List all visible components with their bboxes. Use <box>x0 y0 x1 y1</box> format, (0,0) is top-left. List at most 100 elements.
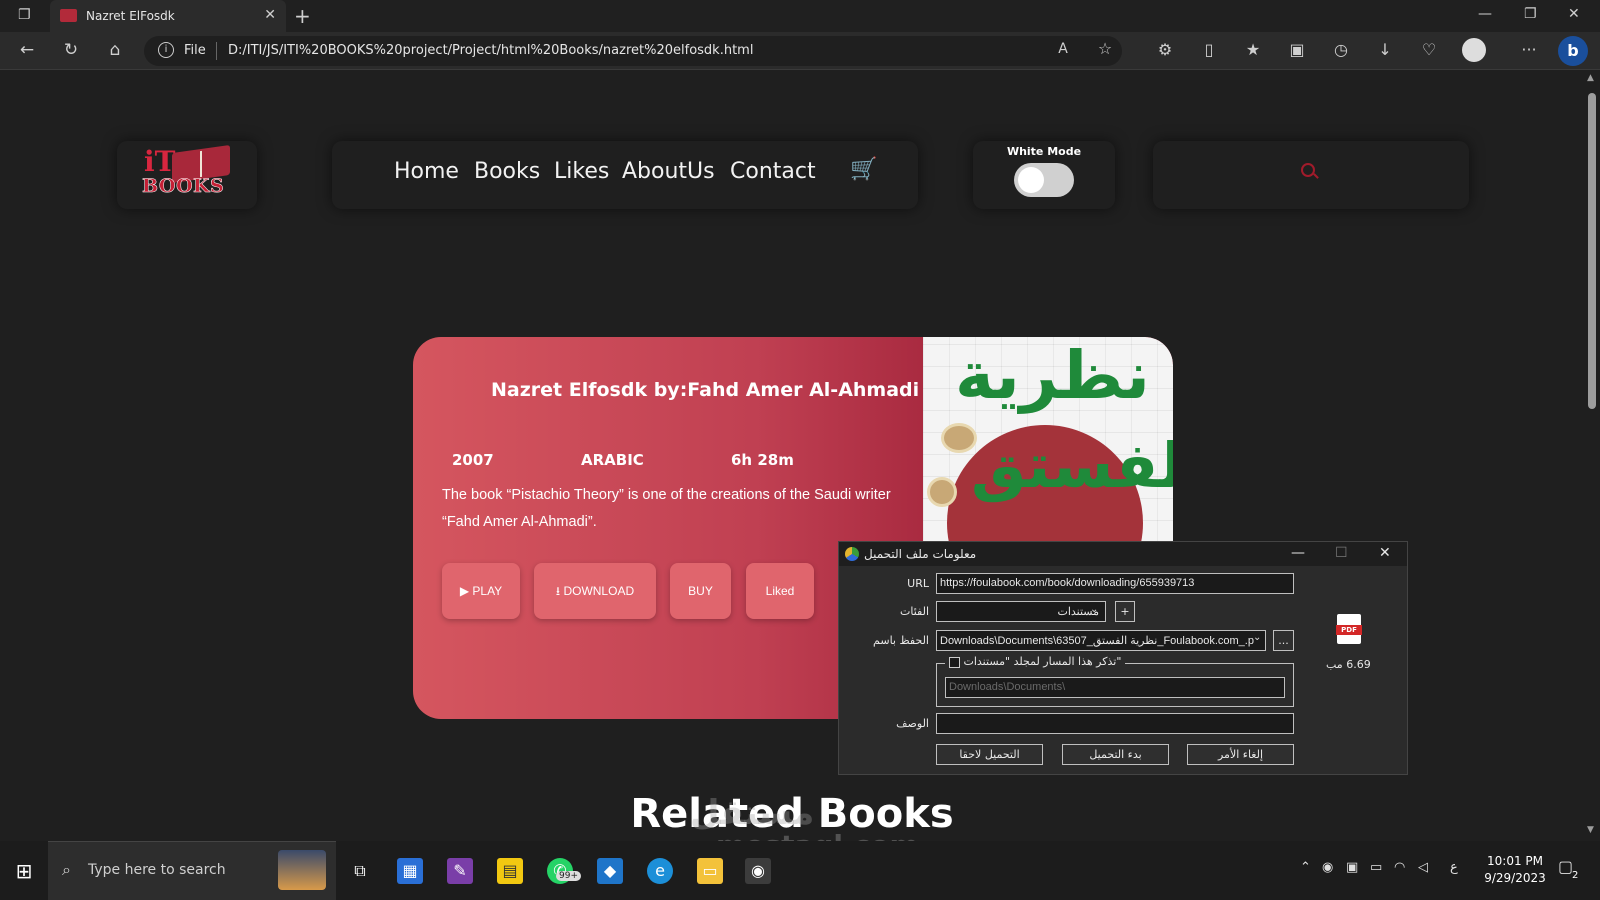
add-category-button[interactable]: + <box>1115 601 1135 622</box>
paint-icon[interactable]: ✎ <box>447 858 473 884</box>
search-panel[interactable] <box>1153 141 1469 209</box>
nav-aboutus[interactable]: AboutUs <box>622 159 715 184</box>
nav-books[interactable]: Books <box>474 159 540 184</box>
volume-icon[interactable]: ◁ <box>1418 860 1428 875</box>
refresh-icon[interactable]: ↻ <box>60 40 82 60</box>
windows-taskbar: ⊞ ⌕ Type here to search ⧉ ▦ ✎ ▤ ✆ 99+ ◆ … <box>0 841 1600 900</box>
home-icon[interactable]: ⌂ <box>104 40 126 60</box>
new-tab-icon[interactable]: + <box>294 4 311 28</box>
site-logo[interactable]: iT BOOKS <box>142 141 234 201</box>
category-select[interactable]: مستندات <box>936 601 1106 622</box>
favorites-icon[interactable]: ★ <box>1242 40 1264 59</box>
copilot-icon[interactable]: b <box>1558 36 1588 66</box>
split-screen-icon[interactable]: ▯ <box>1198 40 1220 59</box>
site-info-icon[interactable]: i <box>158 42 174 58</box>
browser-toolbar: ← ↻ ⌂ i File D:/ITI/JS/ITI%20BOOKS%20pro… <box>0 32 1600 70</box>
save-as-dropdown-icon[interactable]: ⌄ <box>1253 632 1261 643</box>
save-as-label: الحفظ باسم <box>873 634 929 647</box>
sticky-notes-icon[interactable]: ▤ <box>497 858 523 884</box>
save-as-field[interactable]: Downloads\Documents\63507_نظرية الفستق_F… <box>936 630 1266 651</box>
play-label: PLAY <box>472 584 503 598</box>
remember-path-checkbox[interactable] <box>949 656 960 668</box>
path-field[interactable]: Downloads\Documents\ <box>945 677 1285 698</box>
extensions-icon[interactable]: ⚙ <box>1154 40 1176 59</box>
window-close-icon[interactable]: ✕ <box>1568 6 1580 22</box>
category-label: الفئات <box>900 605 929 618</box>
wifi-icon[interactable]: ◠ <box>1394 860 1405 875</box>
idm-taskbar-icon[interactable]: ◉ <box>745 858 771 884</box>
dialog-maximize-icon: ☐ <box>1335 545 1348 561</box>
download-later-button[interactable]: التحميل لاحقا <box>936 744 1043 765</box>
file-size: 6.69 مب <box>1326 658 1371 671</box>
cancel-button[interactable]: إلغاء الأمر <box>1187 744 1294 765</box>
minimize-icon[interactable]: — <box>1478 6 1492 22</box>
address-bar[interactable]: i File D:/ITI/JS/ITI%20BOOKS%20project/P… <box>144 36 1122 66</box>
taskbar-search[interactable]: ⌕ Type here to search <box>48 841 336 900</box>
workspaces-icon[interactable]: ❐ <box>18 7 31 23</box>
profile-avatar[interactable] <box>1462 38 1486 62</box>
tab-close-icon[interactable]: ✕ <box>264 7 276 23</box>
browser-tab[interactable]: Nazret ElFosdk ✕ <box>50 0 286 32</box>
restore-icon[interactable]: ❐ <box>1524 6 1537 22</box>
dialog-minimize-icon[interactable]: — <box>1291 545 1305 561</box>
search-icon: ⌕ <box>62 860 71 879</box>
description-field[interactable] <box>936 713 1294 734</box>
downloads-icon[interactable]: ↓ <box>1374 40 1396 59</box>
start-download-button[interactable]: بدء التحميل <box>1062 744 1169 765</box>
tray-overflow-icon[interactable]: ⌃ <box>1300 860 1311 875</box>
download-button[interactable]: ⭳ DOWNLOAD <box>534 563 656 619</box>
url-label: URL <box>907 577 929 590</box>
scroll-down-icon[interactable]: ▼ <box>1587 825 1594 835</box>
pistachio-icon <box>927 477 957 507</box>
nav-contact[interactable]: Contact <box>730 159 816 184</box>
watermark-text: مستقل <box>690 793 815 833</box>
performance-icon[interactable]: ♡ <box>1418 40 1440 59</box>
history-icon[interactable]: ◷ <box>1330 40 1352 59</box>
cart-icon[interactable]: 🛒 <box>850 157 877 182</box>
browse-button[interactable]: ... <box>1273 630 1294 651</box>
dialog-close-icon[interactable]: ✕ <box>1379 545 1391 561</box>
buy-label: BUY <box>688 584 713 598</box>
liked-button[interactable]: Liked <box>746 563 814 619</box>
input-language[interactable]: ع <box>1450 860 1458 875</box>
search-icon[interactable] <box>1301 163 1315 177</box>
scrollbar-thumb[interactable] <box>1588 93 1596 409</box>
scroll-up-icon[interactable]: ▲ <box>1587 73 1594 83</box>
liked-label: Liked <box>765 584 795 598</box>
url-separator <box>216 42 217 60</box>
taskbar-clock[interactable]: 10:01 PM 9/29/2023 <box>1480 853 1550 887</box>
logo-panel: iT BOOKS <box>117 141 257 209</box>
page-scrollbar[interactable]: ▲ ▼ <box>1584 71 1600 841</box>
pdf-label: PDF <box>1336 625 1362 635</box>
store-icon[interactable]: ▦ <box>397 858 423 884</box>
dialog-titlebar[interactable]: معلومات ملف التحميل — ☐ ✕ <box>839 542 1407 566</box>
vscode-icon[interactable]: ◆ <box>597 858 623 884</box>
tray-idm-icon[interactable]: ◉ <box>1322 860 1333 875</box>
collections-icon[interactable]: ▣ <box>1286 40 1308 59</box>
task-view-icon[interactable]: ⧉ <box>347 858 373 884</box>
buy-button[interactable]: BUY <box>670 563 731 619</box>
tab-title: Nazret ElFosdk <box>86 9 175 23</box>
favorite-star-icon[interactable]: ☆ <box>1094 39 1116 58</box>
category-dropdown-icon[interactable]: ⌄ <box>1090 604 1098 615</box>
more-menu-icon[interactable]: ··· <box>1518 40 1540 59</box>
read-aloud-icon[interactable]: A <box>1052 41 1074 57</box>
notifications-icon[interactable]: ▢ <box>1558 857 1573 876</box>
back-icon[interactable]: ← <box>16 40 38 60</box>
start-windows-icon[interactable]: ⊞ <box>11 858 37 884</box>
download-icon: ⭳ <box>555 584 561 598</box>
url-text[interactable]: D:/ITI/JS/ITI%20BOOKS%20project/Project/… <box>228 43 753 58</box>
pdf-file-icon: PDF <box>1336 614 1362 644</box>
nav-likes[interactable]: Likes <box>554 159 609 184</box>
tray-meet-icon[interactable]: ▣ <box>1346 860 1358 875</box>
clock-date: 9/29/2023 <box>1484 871 1546 885</box>
download-label: DOWNLOAD <box>563 584 635 598</box>
battery-icon[interactable]: ▭ <box>1370 860 1382 875</box>
edge-icon[interactable]: e <box>647 858 673 884</box>
file-explorer-icon[interactable]: ▭ <box>697 858 723 884</box>
url-field[interactable]: https://foulabook.com/book/downloading/6… <box>936 573 1294 594</box>
nav-home[interactable]: Home <box>394 159 459 184</box>
white-mode-toggle[interactable] <box>1014 163 1074 197</box>
cover-title-line1: نظرية <box>955 337 1150 414</box>
play-button[interactable]: ▶ PLAY <box>442 563 520 619</box>
